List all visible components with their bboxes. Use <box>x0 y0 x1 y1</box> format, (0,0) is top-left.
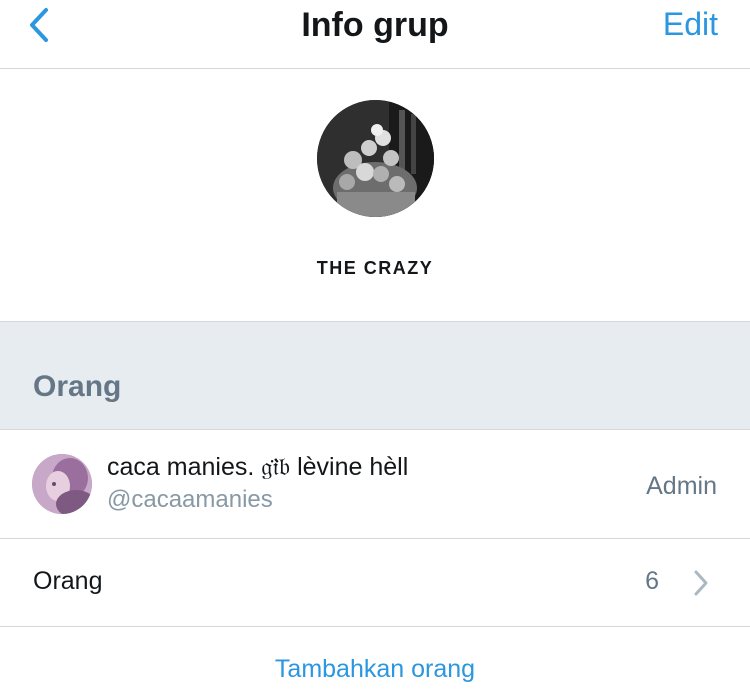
member-name: caca manies. 𝔤𝔦̈𝔟 lèvine hèll <box>107 453 409 481</box>
group-photo <box>317 100 434 217</box>
edit-button[interactable]: Edit <box>663 6 718 43</box>
chevron-right-icon <box>694 570 708 596</box>
add-people-button[interactable]: Tambahkan orang <box>0 655 750 684</box>
group-name: THE CRAZY <box>316 258 434 278</box>
navigation-bar: Info grup Edit <box>0 0 750 69</box>
section-header: Orang <box>0 321 750 430</box>
user-avatar <box>32 454 92 514</box>
group-avatar[interactable] <box>317 100 434 217</box>
people-count: 6 <box>645 567 659 595</box>
people-row[interactable]: Orang 6 <box>0 540 750 627</box>
group-header: THE CRAZY <box>0 70 750 321</box>
avatar <box>32 454 92 514</box>
section-title: Orang <box>33 370 122 403</box>
member-row[interactable]: caca manies. 𝔤𝔦̈𝔟 lèvine hèll @cacaamani… <box>0 431 750 539</box>
people-label: Orang <box>33 567 103 595</box>
member-handle: @cacaamanies <box>107 486 273 513</box>
page-title: Info grup <box>301 6 449 44</box>
member-role-badge: Admin <box>646 472 717 500</box>
